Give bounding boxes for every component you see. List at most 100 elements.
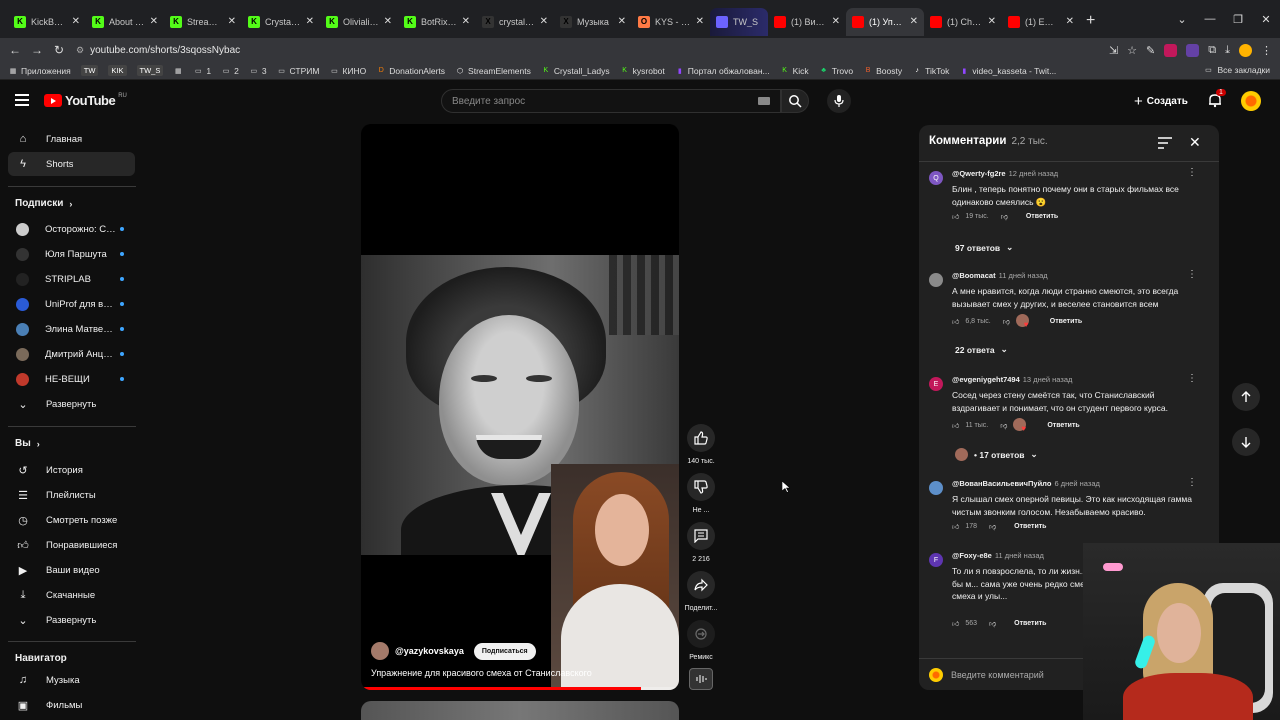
show-replies-button[interactable]: 97 ответов ⌄ [955, 242, 1013, 253]
more-icon[interactable]: ⋮ [1187, 373, 1197, 384]
browser-tab[interactable]: TW_S [710, 7, 768, 36]
tab-close-icon[interactable]: ✕ [618, 16, 626, 27]
keyboard-icon[interactable] [758, 97, 770, 105]
bookmark[interactable]: TW_S [136, 65, 164, 76]
comment-author[interactable]: @evgeniygeht7494 [952, 375, 1020, 384]
thumbs-down-icon[interactable]: 👎︎ [1001, 212, 1008, 221]
bookmark[interactable]: ▮ video_kasseta - Twit... [959, 66, 1056, 76]
search-input[interactable]: Введите запрос [441, 89, 781, 113]
url-field[interactable]: ⚙ youtube.com/shorts/3sqossNybac [76, 45, 240, 56]
sidebar-item[interactable]: ⌂ Главная [8, 127, 135, 151]
bookmark[interactable]: TW [80, 65, 99, 76]
bookmark[interactable]: ▦ Приложения [8, 66, 71, 76]
back-icon[interactable]: ← [4, 43, 26, 57]
bookmark[interactable]: ▦ [173, 66, 183, 76]
browser-tab[interactable]: K Stream – K ✕ [164, 8, 242, 36]
restore-icon[interactable]: ❐ [1224, 13, 1252, 26]
sidebar-item[interactable]: ☰ Плейлисты [8, 483, 135, 507]
account-avatar[interactable] [1241, 91, 1261, 111]
tab-close-icon[interactable]: ✕ [696, 16, 704, 27]
sidebar-item[interactable]: STRIPLAB [8, 267, 135, 291]
thumbs-down-icon[interactable]: 👎︎ [989, 619, 996, 628]
progress-bar[interactable] [361, 687, 679, 690]
search-button[interactable] [781, 89, 809, 113]
sidebar-item[interactable]: ▣ Фильмы [8, 693, 135, 717]
voice-search-button[interactable] [827, 89, 851, 113]
browser-tab[interactable]: O KYS - экс ✕ [632, 8, 710, 36]
browser-tab[interactable]: Xcrystall_la ✕ [476, 8, 554, 36]
sidebar-item[interactable]: ⌄ Развернуть [8, 392, 135, 416]
bookmark[interactable]: ▭ 2 [221, 66, 239, 76]
browser-tab[interactable]: (1) Упраж ✕ [846, 7, 924, 36]
tab-close-icon[interactable]: ✕ [72, 16, 80, 27]
tab-close-icon[interactable]: ✕ [910, 16, 918, 27]
bookmark[interactable]: ♣ Trovo [819, 66, 853, 76]
thumbs-up-icon[interactable]: 👍︎ [952, 317, 959, 326]
new-tab-icon[interactable]: + [1086, 12, 1095, 30]
twitch-extension-icon[interactable] [1186, 43, 1200, 57]
browser-tab[interactable]: X Музыка ✕ [554, 8, 632, 36]
comment-author[interactable]: @Foxy-e8e [952, 551, 992, 560]
sidebar-item[interactable]: ↺ История [8, 458, 135, 482]
sidebar-item[interactable]: 👍︎ Понравившиеся [8, 533, 135, 557]
profile-icon[interactable] [1239, 43, 1252, 57]
tab-close-icon[interactable]: ✕ [540, 16, 548, 27]
tab-close-icon[interactable]: ✕ [384, 16, 392, 27]
comment-author[interactable]: @ВованВасильевичПуйло [952, 479, 1051, 488]
thumbs-up-icon[interactable]: 👍︎ [952, 421, 959, 430]
browser-tab[interactable]: K KickBot Da ✕ [8, 8, 86, 36]
bookmark[interactable]: Kkysrobot [620, 66, 664, 76]
more-icon[interactable]: ⋮ [1187, 269, 1197, 280]
bookmark[interactable]: ▭ КИНО [329, 66, 366, 76]
browser-tab[interactable]: K About Cry ✕ [86, 8, 164, 36]
sort-icon[interactable] [1158, 137, 1172, 149]
sidebar-item[interactable]: Дмитрий Анцуп... [8, 342, 135, 366]
tab-search-icon[interactable]: ⌄ [1168, 13, 1196, 26]
minimize-icon[interactable]: — [1196, 13, 1224, 25]
more-icon[interactable]: ⋮ [1187, 167, 1197, 178]
bookmark[interactable]: K Kick [780, 66, 808, 76]
tab-close-icon[interactable]: ✕ [988, 16, 996, 27]
tab-close-icon[interactable]: ✕ [306, 16, 314, 27]
subscribe-button[interactable]: Подписаться [473, 642, 536, 660]
bookmark[interactable]: ▭ 1 [193, 66, 211, 76]
notifications-button[interactable]: 1 [1207, 89, 1226, 108]
commenter-avatar[interactable]: Q [929, 171, 943, 185]
more-icon[interactable]: ⋮ [1187, 477, 1197, 488]
tab-close-icon[interactable]: ✕ [228, 16, 236, 27]
browser-tab[interactable]: (1) Chill D ✕ [924, 8, 1002, 36]
sidebar-item[interactable]: ◷ Смотреть позже [8, 508, 135, 532]
thumbs-down-icon[interactable]: 👎︎ [1003, 317, 1010, 326]
bookmark[interactable]: K Crystall_Ladys [541, 66, 610, 76]
sidebar-item[interactable]: Осторожно: Соб... [8, 217, 135, 241]
browser-tab[interactable]: K BotRix Str ✕ [398, 8, 476, 36]
browser-tab[interactable]: (1) Викто ✕ [768, 8, 846, 36]
subscriptions-heading[interactable]: Подписки › [15, 198, 72, 209]
bookmark[interactable]: B Boosty [863, 66, 902, 76]
commenter-avatar[interactable] [929, 481, 943, 495]
channel-avatar[interactable] [371, 642, 389, 660]
bookmark-star-icon[interactable]: ☆ [1127, 44, 1137, 57]
commenter-avatar[interactable]: E [929, 377, 943, 391]
dislike-button[interactable] [687, 473, 715, 501]
commenter-avatar[interactable] [929, 273, 943, 287]
sidebar-item[interactable]: ϟ Shorts [8, 152, 135, 176]
sidebar-item[interactable]: Элина Матвеева [8, 317, 135, 341]
sidebar-item[interactable]: ▶ Ваши видео [8, 558, 135, 582]
like-button[interactable] [687, 424, 715, 452]
bookmark[interactable]: D DonationAlerts [376, 66, 445, 76]
extensions-icon[interactable]: ⧉ [1208, 44, 1216, 57]
all-bookmarks[interactable]: ▭ Все закладки [1203, 65, 1270, 75]
download-icon[interactable]: ⤓ [1225, 44, 1230, 57]
sidebar-item[interactable]: ⌄ Развернуть [8, 608, 135, 632]
sound-thumbnail[interactable] [689, 668, 713, 690]
extension-icon[interactable] [1164, 43, 1178, 57]
bookmark[interactable]: ⬡ StreamElements [455, 66, 531, 76]
comments-button[interactable] [687, 522, 715, 550]
bookmark[interactable]: ♪ TikTok [912, 66, 949, 76]
sidebar-item[interactable]: UniProf для вра... [8, 292, 135, 316]
browser-tab[interactable]: (1) EMIN ✕ [1002, 8, 1080, 36]
site-info-icon[interactable]: ⚙ [76, 45, 84, 56]
bookmark[interactable]: KIK [108, 65, 127, 76]
remix-button[interactable] [687, 620, 715, 648]
